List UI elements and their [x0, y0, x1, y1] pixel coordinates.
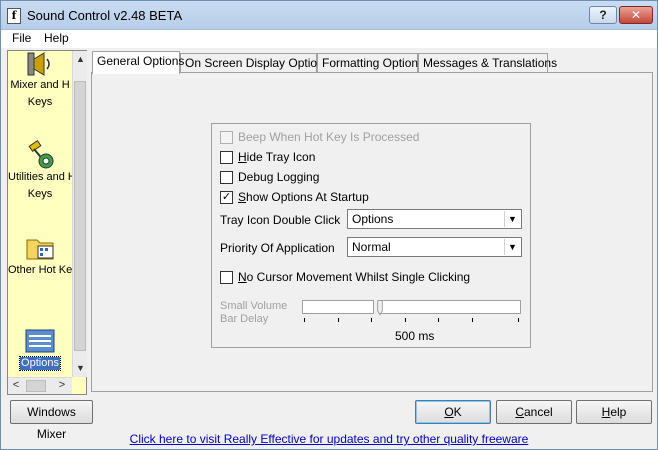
options-group: Beep When Hot Key Is Processed Hide Tray…: [211, 123, 531, 348]
options-icon: [25, 329, 55, 353]
menu-help[interactable]: Help: [42, 31, 71, 45]
app-window: f Sound Control v2.48 BETA ? ✕ File Help…: [0, 0, 658, 450]
general-options-pane: Beep When Hot Key Is Processed Hide Tray…: [91, 72, 653, 392]
ok-button[interactable]: OK: [415, 400, 491, 424]
show-startup-label: Show Options At Startup: [238, 190, 369, 204]
no-cursor-label: No Cursor Movement Whilst Single Clickin…: [238, 270, 471, 284]
small-volume-slider-thumb[interactable]: [377, 298, 383, 318]
cancel-button[interactable]: Cancel: [496, 400, 572, 424]
category-vertical-scrollbar[interactable]: ▲ ▼: [72, 51, 87, 377]
menu-bar: File Help: [1, 30, 657, 48]
tab-on-screen-display-options[interactable]: On Screen Display Options: [180, 53, 330, 73]
category-list: Mixer and H Keys Utilities and H Keys Ot…: [8, 51, 72, 377]
help-button[interactable]: Help: [576, 400, 652, 424]
footer-link[interactable]: Click here to visit Really Effective for…: [1, 431, 657, 449]
close-button[interactable]: ✕: [619, 6, 653, 24]
windows-mixer-button[interactable]: Windows Mixer: [10, 400, 93, 441]
no-cursor-checkbox[interactable]: [220, 270, 233, 284]
hide-tray-checkbox[interactable]: [220, 150, 233, 164]
category-item-mixer[interactable]: Mixer and H Keys: [8, 51, 72, 113]
hide-tray-option[interactable]: Hide Tray Icon: [220, 149, 315, 165]
options-label: Options: [19, 356, 61, 371]
debug-logging-option[interactable]: Debug Logging: [220, 169, 319, 185]
debug-logging-checkbox[interactable]: [220, 170, 233, 184]
scroll-down-arrow-icon[interactable]: ▼: [73, 363, 88, 373]
small-volume-value: 500 ms: [395, 329, 435, 343]
scroll-up-arrow-icon[interactable]: ▲: [73, 54, 88, 64]
hide-tray-label: Hide Tray Icon: [238, 150, 316, 164]
small-volume-label: Small Volume Bar Delay: [220, 300, 288, 325]
beep-option[interactable]: Beep When Hot Key Is Processed: [220, 129, 419, 145]
no-cursor-option[interactable]: No Cursor Movement Whilst Single Clickin…: [220, 269, 470, 285]
title-help-button[interactable]: ?: [589, 6, 617, 24]
category-item-other-hotkeys[interactable]: Other Hot Ke: [8, 232, 72, 281]
tab-general-options[interactable]: General Options: [92, 51, 184, 74]
beep-label: Beep When Hot Key Is Processed: [238, 130, 420, 144]
slider-track-right: [379, 300, 521, 314]
app-icon[interactable]: f: [7, 8, 21, 24]
category-item-utilities[interactable]: Utilities and H Keys: [8, 139, 72, 205]
show-startup-option[interactable]: ✓ Show Options At Startup: [220, 189, 369, 205]
priority-select[interactable]: Normal ▼: [347, 237, 522, 257]
speaker-icon: [27, 52, 50, 76]
menu-file[interactable]: File: [10, 31, 33, 45]
vertical-scroll-thumb[interactable]: [74, 81, 86, 351]
category-item-options[interactable]: Options: [8, 327, 72, 374]
beep-checkbox[interactable]: [220, 130, 233, 144]
tray-double-click-select[interactable]: Options ▼: [347, 209, 522, 229]
utilities-icon: [28, 139, 54, 169]
tray-double-click-label: Tray Icon Double Click: [220, 213, 341, 227]
debug-logging-label: Debug Logging: [238, 170, 320, 184]
slider-track-left: [302, 300, 374, 314]
category-panel: Mixer and H Keys Utilities and H Keys Ot…: [7, 50, 87, 395]
folder-icon: [26, 239, 54, 260]
show-startup-checkbox[interactable]: ✓: [220, 190, 233, 204]
tab-formatting-options[interactable]: Formatting Options: [317, 53, 424, 73]
slider-ticks: [304, 318, 519, 324]
priority-label: Priority Of Application: [220, 241, 335, 255]
chevron-down-icon[interactable]: ▼: [504, 211, 520, 227]
scroll-left-arrow-icon[interactable]: <: [10, 379, 22, 391]
category-horizontal-scrollbar[interactable]: < >: [8, 377, 72, 394]
title-bar[interactable]: f Sound Control v2.48 BETA ? ✕: [1, 1, 657, 30]
chevron-down-icon[interactable]: ▼: [504, 239, 520, 255]
window-title: Sound Control v2.48 BETA: [27, 8, 183, 23]
horizontal-scroll-thumb[interactable]: [26, 380, 46, 392]
tab-messages-translations[interactable]: Messages & Translations: [418, 53, 557, 73]
scroll-right-arrow-icon[interactable]: >: [56, 379, 68, 391]
